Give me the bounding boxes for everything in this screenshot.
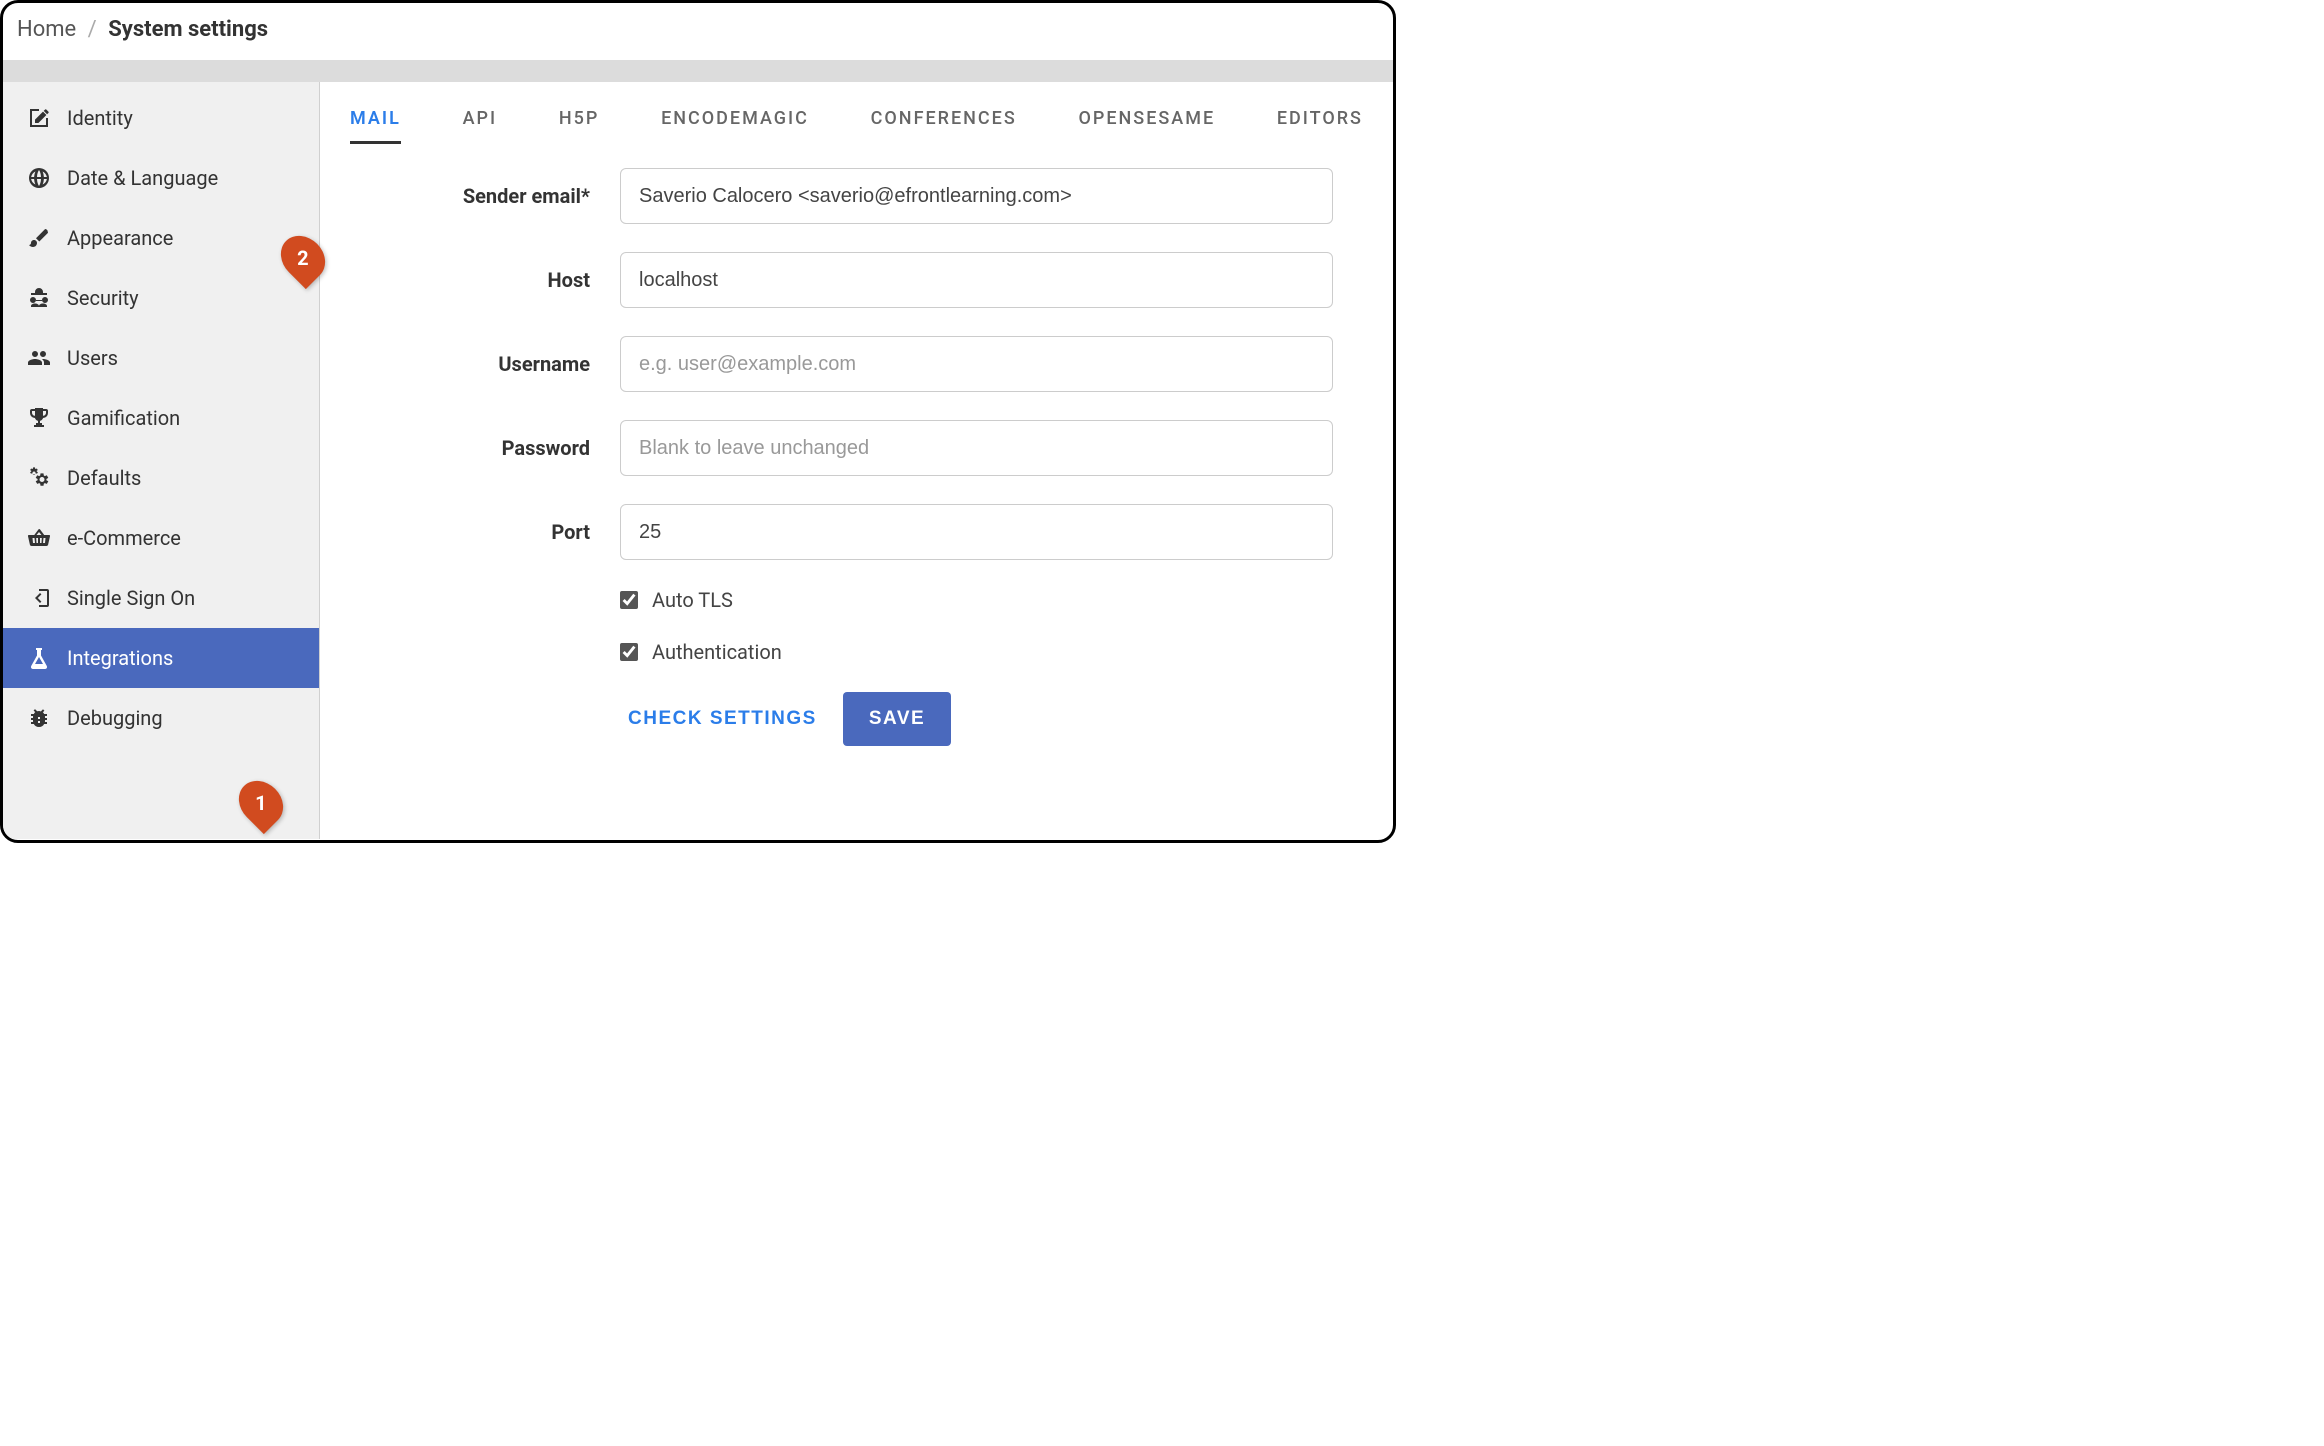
sidebar-item-sso[interactable]: Single Sign On xyxy=(3,568,319,628)
breadcrumb: Home / System settings xyxy=(3,3,1393,60)
sidebar-item-label: Users xyxy=(67,346,118,370)
breadcrumb-separator: / xyxy=(82,17,103,42)
content-area: MAIL API H5P ENCODEMAGIC CONFERENCES OPE… xyxy=(320,82,1393,839)
auto-tls-label: Auto TLS xyxy=(652,588,733,612)
save-button[interactable]: SAVE xyxy=(843,692,951,746)
sidebar-item-integrations[interactable]: Integrations xyxy=(3,628,319,688)
username-label: Username xyxy=(320,352,620,376)
sidebar-item-appearance[interactable]: Appearance xyxy=(3,208,319,268)
sidebar-item-label: Single Sign On xyxy=(67,586,195,610)
sidebar-item-gamification[interactable]: Gamification xyxy=(3,388,319,448)
sidebar-item-ecommerce[interactable]: e-Commerce xyxy=(3,508,319,568)
sidebar-item-users[interactable]: Users xyxy=(3,328,319,388)
username-input[interactable] xyxy=(620,336,1333,392)
sidebar-item-label: Gamification xyxy=(67,406,180,430)
trophy-icon xyxy=(25,406,53,430)
tab-mail[interactable]: MAIL xyxy=(350,108,401,144)
sidebar-item-label: Date & Language xyxy=(67,166,218,190)
sidebar-item-date-language[interactable]: Date & Language xyxy=(3,148,319,208)
sidebar-item-identity[interactable]: Identity xyxy=(3,88,319,148)
tab-h5p[interactable]: H5P xyxy=(559,108,600,144)
flask-icon xyxy=(25,646,53,670)
mail-form: Sender email* Host Username Password Por… xyxy=(320,144,1393,746)
brush-icon xyxy=(25,226,53,250)
bug-icon xyxy=(25,706,53,730)
signin-icon xyxy=(25,586,53,610)
port-label: Port xyxy=(320,520,620,544)
check-settings-button[interactable]: CHECK SETTINGS xyxy=(620,694,825,744)
password-input[interactable] xyxy=(620,420,1333,476)
host-label: Host xyxy=(320,268,620,292)
sender-email-input[interactable] xyxy=(620,168,1333,224)
authentication-label: Authentication xyxy=(652,640,782,664)
sidebar-item-label: e-Commerce xyxy=(67,526,181,550)
sidebar-item-security[interactable]: Security xyxy=(3,268,319,328)
authentication-checkbox[interactable] xyxy=(620,643,638,661)
sender-email-label: Sender email* xyxy=(320,184,620,208)
pencil-square-icon xyxy=(25,106,53,130)
port-input[interactable] xyxy=(620,504,1333,560)
sidebar-item-label: Debugging xyxy=(67,706,163,730)
sidebar-item-label: Defaults xyxy=(67,466,141,490)
sidebar-item-defaults[interactable]: Defaults xyxy=(3,448,319,508)
password-label: Password xyxy=(320,436,620,460)
globe-icon xyxy=(25,166,53,190)
spy-icon xyxy=(25,286,53,310)
tab-api[interactable]: API xyxy=(463,108,498,144)
tabs: MAIL API H5P ENCODEMAGIC CONFERENCES OPE… xyxy=(320,82,1393,144)
tab-encodemagic[interactable]: ENCODEMAGIC xyxy=(661,108,809,144)
sidebar-item-label: Integrations xyxy=(67,646,173,670)
sidebar-item-label: Appearance xyxy=(67,226,173,250)
basket-icon xyxy=(25,526,53,550)
breadcrumb-home[interactable]: Home xyxy=(17,17,76,42)
gears-icon xyxy=(25,466,53,490)
sidebar: Identity Date & Language Appearance Secu… xyxy=(3,82,320,839)
breadcrumb-current: System settings xyxy=(108,17,268,42)
sidebar-item-label: Identity xyxy=(67,106,133,130)
sidebar-item-label: Security xyxy=(67,286,139,310)
host-input[interactable] xyxy=(620,252,1333,308)
users-icon xyxy=(25,346,53,370)
auto-tls-checkbox[interactable] xyxy=(620,591,638,609)
tab-editors[interactable]: EDITORS xyxy=(1277,108,1363,144)
tab-conferences[interactable]: CONFERENCES xyxy=(871,108,1017,144)
tab-opensesame[interactable]: OPENSESAME xyxy=(1078,108,1215,144)
divider-strip xyxy=(3,60,1393,82)
sidebar-item-debugging[interactable]: Debugging xyxy=(3,688,319,748)
